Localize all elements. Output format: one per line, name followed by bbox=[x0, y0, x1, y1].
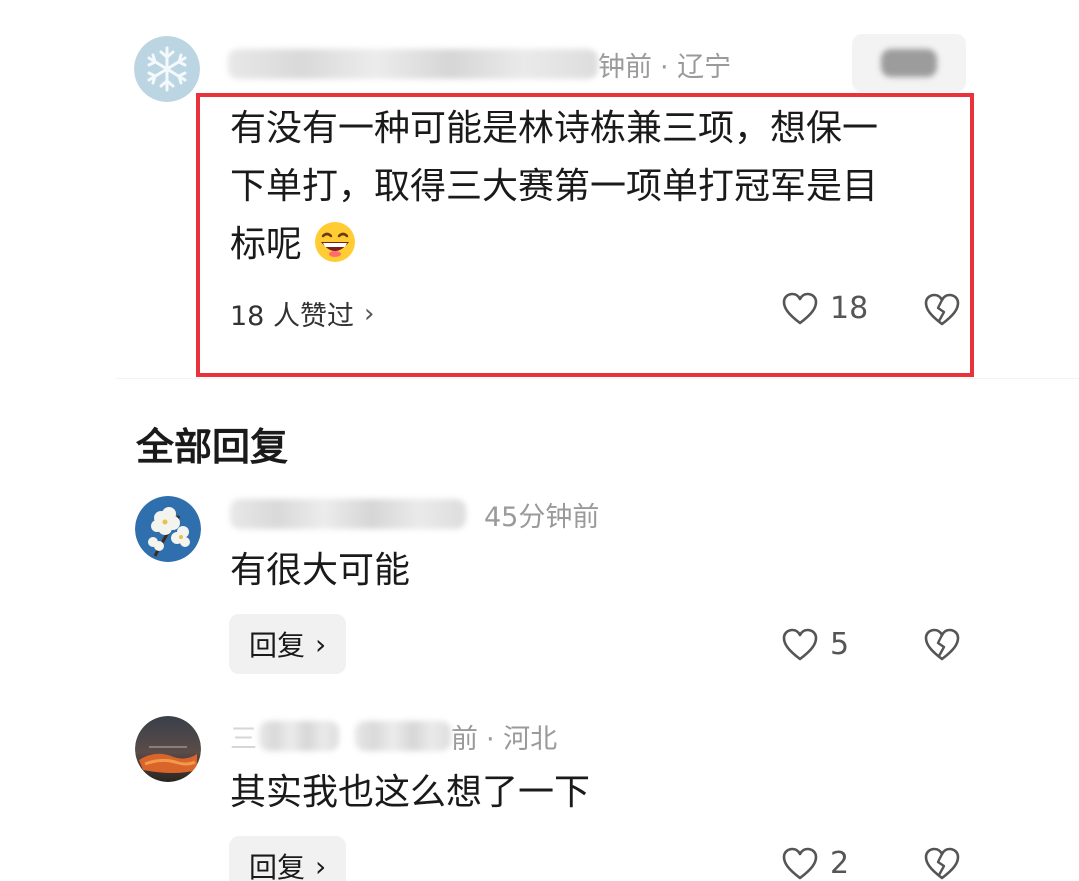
dislike-button[interactable] bbox=[924, 847, 960, 881]
like-button[interactable]: 5 bbox=[782, 627, 849, 662]
reply-time: 45分钟前 bbox=[484, 501, 600, 533]
reply-text: 其实我也这么想了一下 bbox=[230, 772, 591, 813]
snowflake-avatar bbox=[134, 36, 200, 102]
reply-time: 前 bbox=[451, 723, 478, 755]
like-count: 5 bbox=[830, 627, 850, 662]
reply-button-label: 回复 bbox=[249, 629, 306, 662]
comment-meta: 钟前 · 辽宁 bbox=[228, 44, 731, 84]
reply-location: · 河北 bbox=[486, 723, 558, 755]
chevron-right-icon: › bbox=[315, 849, 327, 881]
username-partial: 三 bbox=[230, 723, 257, 755]
reply-button-label: 回复 bbox=[249, 851, 306, 881]
divider bbox=[116, 378, 1079, 379]
avatar-main-comment[interactable] bbox=[134, 36, 200, 102]
section-title: 全部回复 bbox=[136, 425, 289, 469]
like-button[interactable]: 2 bbox=[782, 846, 849, 881]
chevron-right-icon: › bbox=[315, 627, 327, 661]
username-blurred bbox=[259, 721, 339, 751]
blurred-label bbox=[881, 49, 937, 77]
reply-meta: 三 前 · 河北 bbox=[230, 716, 557, 756]
username-blurred bbox=[230, 499, 466, 529]
sunset-avatar bbox=[135, 716, 201, 782]
heart-icon bbox=[782, 847, 818, 879]
avatar-reply-2[interactable] bbox=[135, 716, 201, 782]
highlight-box bbox=[196, 93, 974, 377]
username-blurred bbox=[228, 49, 598, 79]
reply-text: 有很大可能 bbox=[230, 550, 411, 591]
comment-time: 钟前 bbox=[598, 51, 652, 83]
like-count: 2 bbox=[830, 846, 850, 881]
reply-button[interactable]: 回复 › bbox=[229, 614, 347, 674]
time-blurred bbox=[355, 721, 451, 751]
broken-heart-icon bbox=[924, 847, 960, 880]
reply-button[interactable]: 回复 › bbox=[229, 836, 347, 881]
comment-location: · 辽宁 bbox=[660, 51, 732, 83]
avatar-reply-1[interactable] bbox=[135, 496, 201, 562]
more-options-button[interactable] bbox=[852, 34, 966, 92]
heart-icon bbox=[782, 628, 818, 660]
reply-meta: 45分钟前 bbox=[230, 494, 599, 534]
broken-heart-icon bbox=[924, 628, 960, 661]
flower-avatar bbox=[135, 496, 201, 562]
dislike-button[interactable] bbox=[924, 628, 960, 662]
